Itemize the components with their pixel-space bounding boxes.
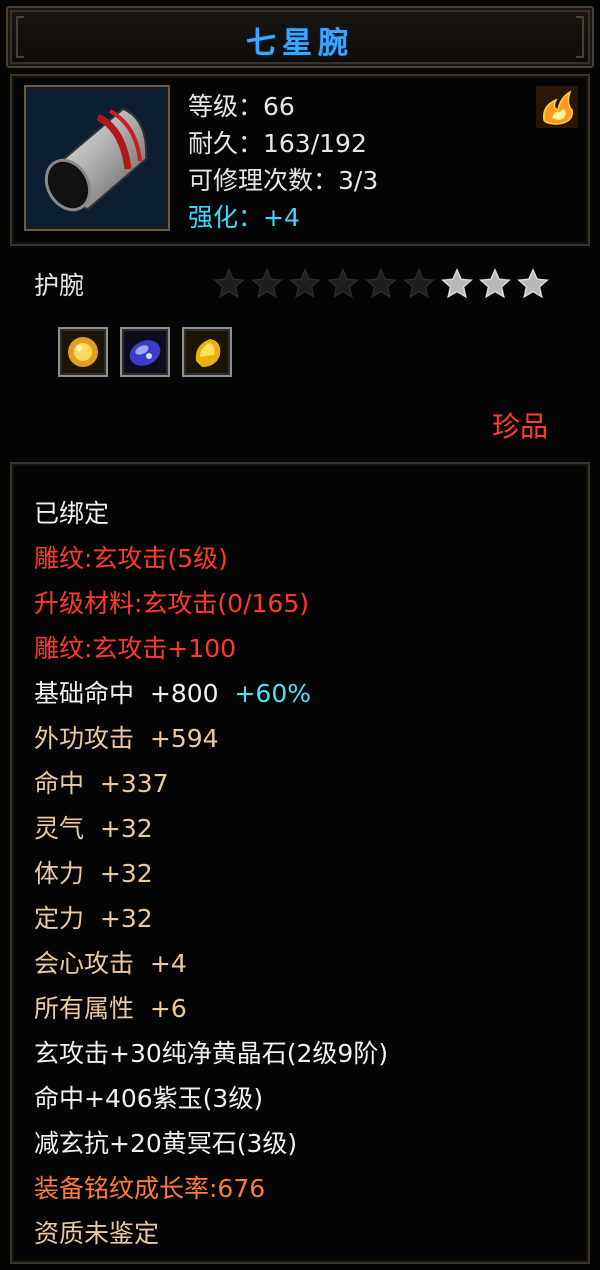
gem-socket-3: 减玄抗+20黄冥石(3级)	[34, 1129, 298, 1158]
item-name: 七星腕	[246, 26, 354, 61]
bound-status: 已绑定	[34, 499, 110, 528]
sapphire-gem-icon[interactable]	[120, 327, 170, 377]
upgrade-material: 升级材料:玄攻击(0/165)	[34, 589, 309, 618]
gold-gem-icon[interactable]	[58, 327, 108, 377]
attr-focus: 定力 +32	[34, 904, 153, 933]
flame-icon	[536, 86, 578, 128]
topaz-gem-icon[interactable]	[182, 327, 232, 377]
attr-hit: 命中 +337	[34, 769, 169, 798]
star-rating	[212, 267, 550, 301]
item-type: 护腕	[34, 271, 85, 300]
star-dim-icon	[213, 268, 245, 299]
aptitude-status: 资质未鉴定	[34, 1219, 160, 1248]
attr-all: 所有属性 +6	[34, 994, 187, 1023]
attr-base-hit: 基础命中 +800 +60%	[34, 674, 311, 710]
gem-socket-1: 玄攻击+30纯净黄晶石(2级9阶)	[34, 1039, 389, 1068]
enhance-label: 强化：	[188, 203, 264, 232]
base-hit-bonus: +60%	[234, 679, 311, 708]
base-hit-value: 基础命中 +800	[34, 679, 219, 708]
item-level: 等级：66	[188, 92, 295, 121]
item-durability: 耐久：163/192	[188, 129, 367, 158]
item-rarity: 珍品	[492, 410, 549, 443]
item-repairs: 可修理次数：3/3	[188, 166, 379, 195]
attr-crit-attack: 会心攻击 +4	[34, 949, 187, 978]
star-dim-icon	[289, 268, 321, 299]
star-dim-icon	[403, 268, 435, 299]
item-tooltip: 七星腕 等级：66 耐久：163/192 可修理次数：3/3 强化：+4 护腕 …	[0, 0, 600, 1270]
star-dim-icon	[365, 268, 397, 299]
engrave-level: 雕纹:玄攻击(5级)	[34, 544, 228, 573]
growth-rate: 装备铭纹成长率:676	[34, 1174, 266, 1203]
title-bar: 七星腕	[6, 6, 594, 68]
item-enhance: 强化：+4	[188, 198, 300, 234]
bracer-icon	[24, 85, 170, 231]
attr-spirit: 灵气 +32	[34, 814, 153, 843]
star-lit-icon	[517, 268, 549, 299]
star-dim-icon	[327, 268, 359, 299]
star-lit-icon	[479, 268, 511, 299]
star-dim-icon	[251, 268, 283, 299]
star-lit-icon	[441, 268, 473, 299]
engrave-bonus: 雕纹:玄攻击+100	[34, 634, 237, 663]
attr-outer-attack: 外功攻击 +594	[34, 724, 219, 753]
gem-socket-2: 命中+406紫玉(3级)	[34, 1084, 264, 1113]
enhance-value: +4	[263, 203, 300, 232]
attr-stamina: 体力 +32	[34, 859, 153, 888]
